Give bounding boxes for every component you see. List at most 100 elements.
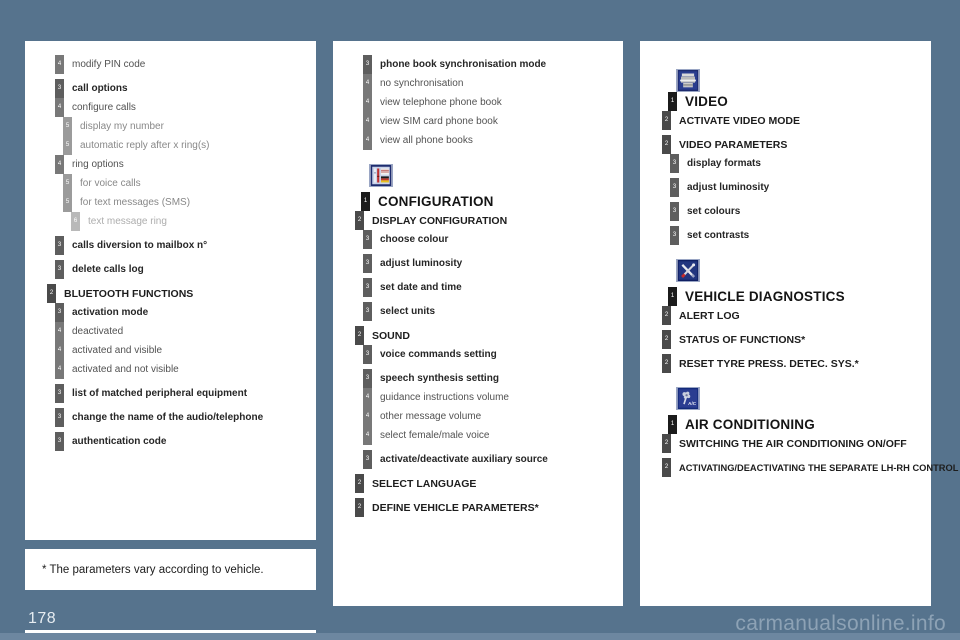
- tools-icon-wrapper: [676, 259, 700, 282]
- tree-row-level-3[interactable]: 3 select units: [363, 302, 615, 321]
- tree-row-level-3[interactable]: 3 phone book synchronisation mode: [363, 55, 615, 74]
- tree-row-level-1[interactable]: 1 VEHICLE DIAGNOSTICS: [668, 287, 923, 306]
- level-badge: 4: [363, 388, 372, 407]
- tree-row-level-3[interactable]: 3 authentication code: [55, 432, 308, 451]
- level-badge: 4: [55, 341, 64, 360]
- tree-row-label: other message volume: [380, 411, 482, 422]
- tree-row-level-3[interactable]: 3 set date and time: [363, 278, 615, 297]
- tree-row-label: speech synthesis setting: [380, 373, 499, 384]
- tree-row-label: calls diversion to mailbox n°: [72, 240, 208, 251]
- tree-row-level-3[interactable]: 3 delete calls log: [55, 260, 308, 279]
- tree-row-level-4[interactable]: 4 ring options: [55, 155, 308, 174]
- tree-row-level-4[interactable]: 4 view telephone phone book: [363, 93, 615, 112]
- tree-row-level-3[interactable]: 3 activation mode: [55, 303, 308, 322]
- column-3-panel: 1 VIDEO 2 ACTIVATE VIDEO MODE 2 VIDEO PARAMET…: [640, 41, 958, 606]
- tree-row-level-2[interactable]: 2 DEFINE VEHICLE PARAMETERS*: [355, 498, 615, 517]
- tree-row-label: voice commands setting: [380, 349, 497, 360]
- tree-row-level-3[interactable]: 3 calls diversion to mailbox n°: [55, 236, 308, 255]
- tree-row-label: SELECT LANGUAGE: [372, 477, 477, 490]
- air-conditioning-icon-wrapper: A/C: [676, 387, 700, 410]
- tree-row-level-4[interactable]: 4 guidance instructions volume: [363, 388, 615, 407]
- tree-row-level-1[interactable]: 1 VIDEO: [668, 92, 923, 111]
- tree-row-label: set contrasts: [687, 230, 750, 241]
- tree-row-label: DISPLAY CONFIGURATION: [372, 214, 508, 227]
- level-badge: 2: [47, 284, 56, 303]
- tree-row-label: SWITCHING THE AIR CONDITIONING ON/OFF: [679, 437, 907, 450]
- svg-text:A/C: A/C: [688, 401, 697, 406]
- tree-row-label: SOUND: [372, 329, 410, 342]
- tree-row-level-3[interactable]: 3 call options: [55, 79, 308, 98]
- tree-row-level-3[interactable]: 3 display formats: [670, 154, 923, 173]
- tree-row-level-4[interactable]: 4 view SIM card phone book: [363, 112, 615, 131]
- tree-row-level-3[interactable]: 3 adjust luminosity: [670, 178, 923, 197]
- tree-row-label: VIDEO: [685, 94, 729, 109]
- tree-row-label: delete calls log: [72, 264, 144, 275]
- tree-row-level-1[interactable]: 1 CONFIGURATION: [361, 192, 615, 211]
- tree-row-level-2[interactable]: 2 BLUETOOTH FUNCTIONS: [47, 284, 308, 303]
- tree-row-level-4[interactable]: 4 no synchronisation: [363, 74, 615, 93]
- footnote-text: * The parameters vary according to vehic…: [42, 563, 264, 576]
- video-printer-icon: [676, 69, 700, 92]
- tree-row-level-4[interactable]: 4 activated and not visible: [55, 360, 308, 379]
- tree-row-level-3[interactable]: 3 activate/deactivate auxiliary source: [363, 450, 615, 469]
- tree-row-level-4[interactable]: 4 select female/male voice: [363, 426, 615, 445]
- configuration-icon-wrapper: [369, 164, 393, 187]
- tree-row-label: for voice calls: [80, 178, 141, 189]
- tree-row-label: adjust luminosity: [687, 182, 770, 193]
- tree-row-level-4[interactable]: 4 configure calls: [55, 98, 308, 117]
- tree-row-label: select female/male voice: [380, 430, 490, 441]
- tree-row-level-5[interactable]: 5 for voice calls: [63, 174, 308, 193]
- tree-row-level-2[interactable]: 2 SELECT LANGUAGE: [355, 474, 615, 493]
- tree-row-level-5[interactable]: 5 for text messages (SMS): [63, 193, 308, 212]
- tree-row-level-2[interactable]: 2 RESET TYRE PRESS. DETEC. SYS.*: [662, 354, 923, 373]
- tree-row-level-4[interactable]: 4 view all phone books: [363, 131, 615, 150]
- level-badge: 3: [55, 384, 64, 403]
- level-badge: 2: [355, 474, 364, 493]
- tree-row-level-4[interactable]: 4 modify PIN code: [55, 55, 308, 74]
- level-badge: 4: [363, 93, 372, 112]
- tree-row-label: set date and time: [380, 282, 462, 293]
- level-badge: 3: [363, 369, 372, 388]
- tree-row-level-4[interactable]: 4 other message volume: [363, 407, 615, 426]
- level-badge: 5: [63, 117, 72, 136]
- tree-row-level-4[interactable]: 4 activated and visible: [55, 341, 308, 360]
- tree-row-level-2[interactable]: 2 VIDEO PARAMETERS: [662, 135, 923, 154]
- tree-row-level-2[interactable]: 2 ACTIVATING/DEACTIVATING THE SEPARATE LH…: [662, 458, 958, 477]
- level-badge: 2: [662, 354, 671, 373]
- tree-row-label: deactivated: [72, 326, 124, 337]
- tree-row-label: display my number: [80, 121, 164, 132]
- level-badge: 4: [363, 426, 372, 445]
- tree-row-label: modify PIN code: [72, 59, 146, 70]
- tree-row-level-2[interactable]: 2 ALERT LOG: [662, 306, 923, 325]
- manual-page: 4 modify PIN code 3 call options 4 configure …: [0, 0, 960, 640]
- tree-row-level-3[interactable]: 3 speech synthesis setting: [363, 369, 615, 388]
- tree-row-level-4[interactable]: 4 deactivated: [55, 322, 308, 341]
- tree-row-level-3[interactable]: 3 set colours: [670, 202, 923, 221]
- tree-row-label: view telephone phone book: [380, 97, 502, 108]
- tree-row-level-3[interactable]: 3 adjust luminosity: [363, 254, 615, 273]
- level-badge: 3: [55, 260, 64, 279]
- tree-row-level-3[interactable]: 3 list of matched peripheral equipment: [55, 384, 308, 403]
- tree-row-level-2[interactable]: 2 SWITCHING THE AIR CONDITIONING ON/OFF: [662, 434, 923, 453]
- tree-row-label: view all phone books: [380, 135, 473, 146]
- level-badge: 2: [662, 111, 671, 130]
- tree-row-level-2[interactable]: 2 DISPLAY CONFIGURATION: [355, 211, 615, 230]
- tree-row-level-5[interactable]: 5 automatic reply after x ring(s): [63, 136, 308, 155]
- tree-row-level-2[interactable]: 2 ACTIVATE VIDEO MODE: [662, 111, 923, 130]
- tree-row-level-2[interactable]: 2 STATUS OF FUNCTIONS*: [662, 330, 923, 349]
- tree-row-level-1[interactable]: 1 AIR CONDITIONING: [668, 415, 923, 434]
- tree-row-level-2[interactable]: 2 SOUND: [355, 326, 615, 345]
- tree-row-level-3[interactable]: 3 voice commands setting: [363, 345, 615, 364]
- tree-row-level-3[interactable]: 3 choose colour: [363, 230, 615, 249]
- tree-row-level-5[interactable]: 5 display my number: [63, 117, 308, 136]
- tree-row-level-3[interactable]: 3 change the name of the audio/telephone: [55, 408, 308, 427]
- tree-row-level-6[interactable]: 6 text message ring: [71, 212, 308, 231]
- air-conditioning-icon: A/C: [676, 387, 700, 410]
- tree-row-label: activated and visible: [72, 345, 163, 356]
- level-badge: 1: [668, 415, 677, 434]
- tree-row-level-3[interactable]: 3 set contrasts: [670, 226, 923, 245]
- tree-row-label: VEHICLE DIAGNOSTICS: [685, 289, 845, 304]
- level-badge: 3: [55, 79, 64, 98]
- tree-row-label: activated and not visible: [72, 364, 179, 375]
- tree-row-label: RESET TYRE PRESS. DETEC. SYS.*: [679, 357, 859, 370]
